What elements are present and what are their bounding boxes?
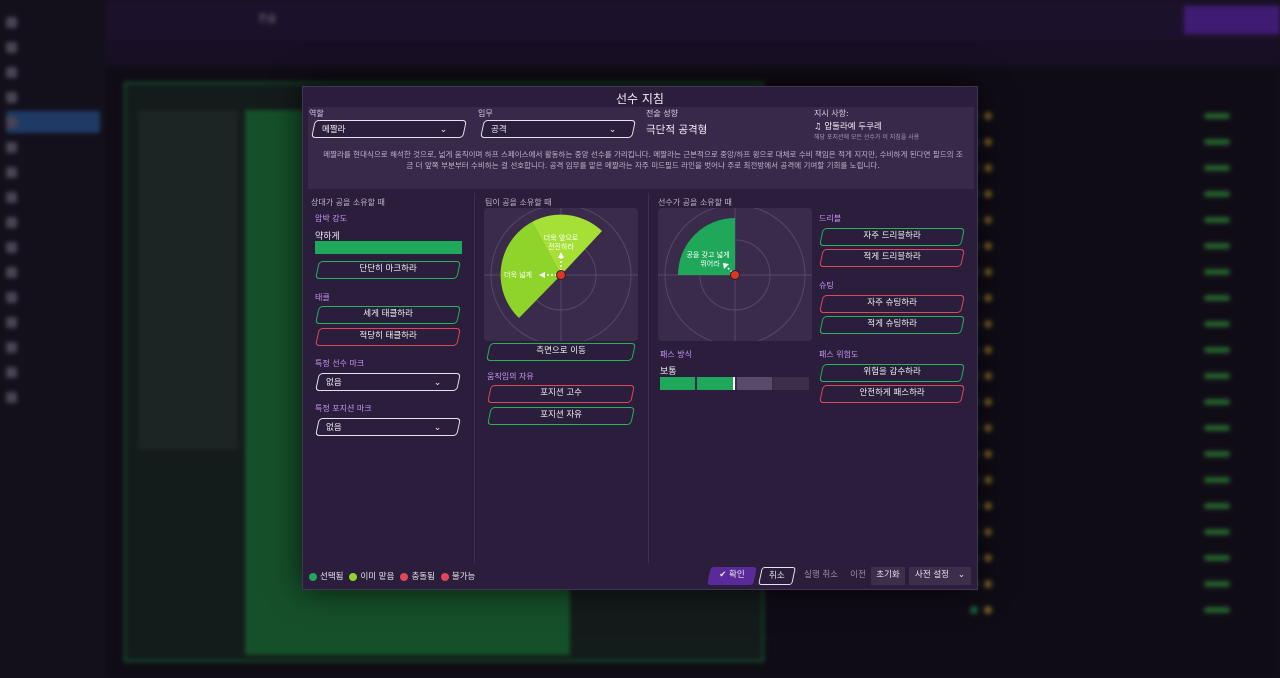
dribble-more-button[interactable]: 자주 드리블하라 (819, 228, 965, 246)
tackle-harder-button[interactable]: 세게 태클하라 (315, 306, 461, 324)
role-label: 역할 (309, 109, 324, 118)
column-divider (474, 193, 475, 563)
role-description: 메짤라를 현대식으로 해석한 것으로, 넓게 움직이며 하프 스페이스에서 활동… (323, 150, 963, 170)
legend-item: 불가능 (440, 570, 476, 582)
pressing-slider[interactable] (315, 241, 462, 254)
duty-label: 임무 (478, 109, 493, 118)
chevron-down-icon: ⌄ (609, 125, 617, 135)
slider-segment (660, 377, 696, 390)
shoot-less-button[interactable]: 적게 슈팅하라 (819, 316, 965, 334)
in-possession-header: 팀이 공을 소유할 때 (485, 198, 552, 207)
hold-position-label: 포지션 고수 (540, 388, 583, 398)
player-mark-select[interactable]: 없음 ⌄ (315, 373, 461, 391)
legend-label: 충돌됨 (411, 572, 435, 582)
legend-label: 이미 맡음 (360, 572, 395, 582)
chevron-down-icon: ⌄ (957, 570, 965, 580)
ball-carry-radar-svg: 공을 갖고 넓게 뛰어라 (658, 208, 812, 341)
cancel-label: 취소 (769, 571, 785, 581)
role-info-panel: 역할 메짤라 ⌄ 임무 공격 ⌄ 전술 성향 극단적 공격형 지시 사항: ♫ … (308, 107, 974, 189)
instructions-name: 압둘라예 두쿠레 (824, 122, 882, 132)
tackle-label: 태클 (315, 293, 330, 302)
out-of-possession-header: 상대가 공을 소유할 때 (311, 198, 385, 207)
position-mark-select[interactable]: 없음 ⌄ (315, 418, 461, 436)
cancel-button[interactable]: 취소 (758, 567, 796, 585)
ball-carry-radar[interactable]: 공을 갖고 넓게 뛰어라 (658, 208, 812, 341)
shoot-more-button[interactable]: 자주 슈팅하라 (819, 295, 965, 313)
check-icon: ✔ (719, 570, 727, 580)
movement-radar-svg: 더욱 앞으로 전진하라 더욱 넓게 (484, 208, 638, 341)
instructions-label: 지시 사항: (814, 109, 849, 118)
hold-position-button[interactable]: 포지션 고수 (487, 385, 635, 403)
passing-style-label: 패스 방식 (660, 350, 692, 359)
unavailable-dot-icon (440, 572, 449, 581)
risky-pass-button[interactable]: 위험을 감수하라 (819, 364, 965, 382)
dribble-more-label: 자주 드리블하라 (863, 231, 921, 241)
legend-label: 선택됨 (320, 572, 344, 582)
stay-on-feet-label: 적당히 태클하라 (359, 331, 417, 341)
drift-wide-button[interactable]: 측면으로 이동 (486, 343, 636, 361)
column-divider (648, 193, 649, 563)
legend-label: 불가능 (451, 572, 476, 582)
player-mark-label: 특정 선수 마크 (315, 359, 365, 368)
duty-select[interactable]: 공격 ⌄ (480, 120, 636, 138)
headset-icon: ♫ (814, 122, 822, 132)
safe-pass-label: 안전하게 패스하라 (859, 388, 925, 398)
pressing-slider-fill (315, 241, 462, 254)
mentality-label: 전술 성향 (646, 109, 678, 118)
freedom-label: 움직임의 자유 (487, 372, 534, 381)
dialog-title: 선수 지침 (616, 92, 664, 106)
mark-tighter-button[interactable]: 단단히 마크하라 (315, 261, 461, 279)
safe-pass-button[interactable]: 안전하게 패스하라 (819, 385, 965, 403)
legend: 선택됨 이미 맡음 충돌됨 불가능 (309, 570, 475, 582)
dribble-less-button[interactable]: 적게 드리블하라 (819, 249, 965, 267)
role-select[interactable]: 메짤라 ⌄ (311, 120, 467, 138)
passing-style-value: 보통 (660, 367, 677, 377)
shoot-more-label: 자주 슈팅하라 (867, 298, 917, 308)
slider-segment (697, 377, 735, 390)
previous-button[interactable]: 이전 (846, 567, 870, 585)
instructions-player: ♫ 압둘라예 두쿠레 (814, 120, 882, 132)
radar-label-wide: 더욱 넓게 (504, 270, 532, 279)
stay-on-feet-button[interactable]: 적당히 태클하라 (315, 328, 461, 346)
roam-button[interactable]: 포지션 자유 (487, 407, 635, 425)
mark-tighter-label: 단단히 마크하라 (359, 264, 417, 274)
dribble-label: 드리블 (819, 214, 842, 223)
player-position-dot (730, 270, 740, 280)
instructions-note: 해당 포지션에 모든 선수가 이 지침을 사용 (814, 134, 920, 141)
legend-item: 충돌됨 (400, 570, 435, 582)
legend-item: 선택됨 (309, 570, 343, 582)
roam-label: 포지션 자유 (540, 410, 583, 420)
movement-radar[interactable]: 더욱 앞으로 전진하라 더욱 넓게 (484, 208, 638, 341)
slider-segment (773, 377, 809, 390)
slider-segment (736, 377, 772, 390)
pass-risk-label: 패스 위험도 (819, 350, 859, 359)
legend-item: 이미 맡음 (349, 570, 394, 582)
mentality-value: 극단적 공격형 (646, 124, 708, 136)
confirm-button[interactable]: ✔ 확인 (707, 567, 757, 585)
player-instructions-dialog: 선수 지침 역할 메짤라 ⌄ 임무 공격 ⌄ 전술 성향 극단적 공격형 지시 … (302, 86, 978, 590)
passing-style-slider[interactable] (660, 377, 809, 390)
drift-wide-label: 측면으로 이동 (536, 346, 586, 356)
undo-button[interactable]: 실행 취소 (800, 567, 842, 585)
selected-dot-icon (309, 572, 317, 581)
already-taken-dot-icon (349, 572, 358, 581)
dribble-less-label: 적게 드리블하라 (863, 252, 921, 262)
risky-pass-label: 위험을 감수하라 (863, 367, 921, 377)
tackle-harder-label: 세게 태클하라 (363, 309, 413, 319)
shoot-label: 슈팅 (819, 281, 834, 290)
confirm-label: 확인 (729, 570, 745, 580)
pressing-label: 압박 강도 (315, 214, 347, 223)
reset-button[interactable]: 초기화 (871, 567, 905, 585)
conflict-dot-icon (400, 572, 409, 581)
preset-label: 사전 설정 (915, 570, 949, 580)
preset-button[interactable]: 사전 설정 ⌄ (909, 567, 971, 585)
shoot-less-label: 적게 슈팅하라 (867, 319, 917, 329)
chevron-down-icon: ⌄ (434, 423, 442, 433)
player-position-dot (556, 270, 566, 280)
chevron-down-icon: ⌄ (440, 125, 448, 135)
chevron-down-icon: ⌄ (434, 378, 442, 388)
position-mark-label: 특정 포지션 마크 (315, 404, 372, 413)
player-possession-header: 선수가 공을 소유할 때 (658, 198, 732, 207)
